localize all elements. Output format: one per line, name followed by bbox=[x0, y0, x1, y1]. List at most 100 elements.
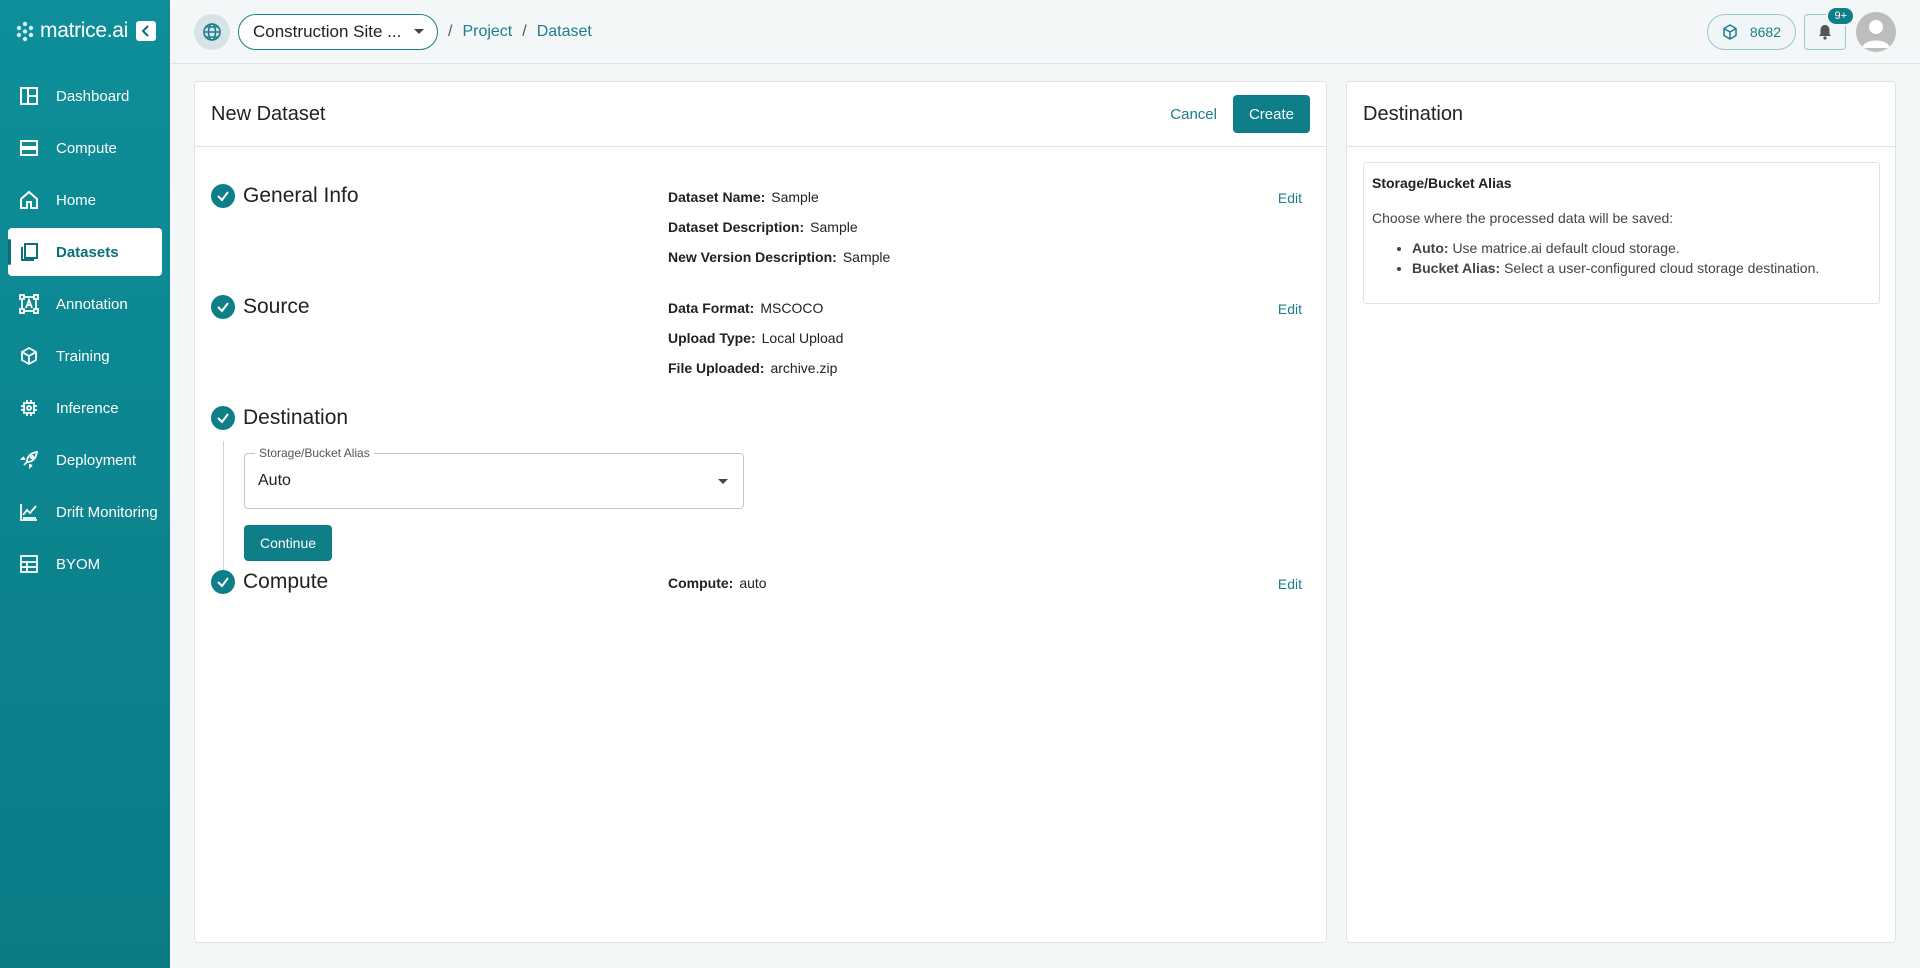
credits-value: 8682 bbox=[1749, 23, 1781, 40]
sidebar-item-label: BYOM bbox=[56, 555, 101, 573]
edit-compute-link[interactable]: Edit bbox=[1278, 576, 1302, 592]
sidebar-item-drift-monitoring[interactable]: Drift Monitoring bbox=[8, 488, 162, 536]
sidebar-item-training[interactable]: Training bbox=[8, 332, 162, 380]
user-avatar[interactable] bbox=[1856, 11, 1896, 52]
destination-body: Storage/Bucket Alias Auto Continue bbox=[223, 441, 824, 577]
list-item: Bucket Alias: Select a user-configured c… bbox=[1412, 260, 1871, 276]
step-title-text: Destination bbox=[243, 406, 349, 429]
field-label: File Uploaded: bbox=[668, 360, 765, 376]
field-label: Dataset Description: bbox=[668, 219, 805, 235]
caret-down-icon bbox=[414, 28, 424, 34]
breadcrumb-separator: / bbox=[448, 22, 453, 40]
check-icon bbox=[217, 302, 229, 313]
storage-alias-value: Auto bbox=[258, 472, 291, 489]
option-desc: Select a user-configured cloud storage d… bbox=[1504, 260, 1820, 276]
destination-help-card: Destination Storage/Bucket Alias Choose … bbox=[1346, 81, 1896, 943]
home-icon bbox=[20, 190, 38, 209]
field-label: New Version Description: bbox=[668, 249, 837, 265]
step-title-text: Source bbox=[243, 295, 310, 318]
sidebar-item-home[interactable]: Home bbox=[8, 176, 162, 224]
field-label: Upload Type: bbox=[668, 330, 756, 346]
project-select[interactable]: Construction Site ... bbox=[238, 13, 438, 50]
sidebar-item-label: Datasets bbox=[56, 243, 119, 261]
sidebar-item-dashboard[interactable]: Dashboard bbox=[8, 72, 162, 120]
edit-source-link[interactable]: Edit bbox=[1278, 301, 1302, 317]
matrice-logo-icon bbox=[16, 21, 34, 42]
field-label: Data Format: bbox=[668, 300, 755, 316]
caret-down-icon bbox=[718, 479, 728, 484]
credits-button[interactable]: 8682 bbox=[1706, 13, 1796, 50]
field-value: auto bbox=[739, 575, 767, 591]
field-value: MSCOCO bbox=[760, 300, 824, 316]
cube-icon bbox=[21, 346, 37, 366]
general-details: Dataset Name: Sample Dataset Description:… bbox=[668, 182, 890, 272]
breadcrumb-dataset[interactable]: Dataset bbox=[537, 23, 592, 41]
chart-line-icon bbox=[20, 504, 37, 521]
help-info-box: Storage/Bucket Alias Choose where the pr… bbox=[1363, 162, 1880, 304]
dashboard-icon bbox=[20, 87, 38, 105]
dataset-icon bbox=[21, 243, 38, 261]
field-value: Sample bbox=[842, 249, 891, 265]
sidebar-item-label: Compute bbox=[56, 139, 117, 157]
help-card-title: Destination bbox=[1347, 82, 1895, 147]
project-globe-icon bbox=[203, 22, 221, 41]
sidebar-item-inference[interactable]: Inference bbox=[8, 384, 162, 432]
help-box-title: Storage/Bucket Alias bbox=[1372, 175, 1512, 191]
field-label: Dataset Name: bbox=[668, 189, 766, 205]
breadcrumb-project[interactable]: Project bbox=[462, 23, 512, 41]
rocket-icon bbox=[19, 450, 39, 470]
sidebar-item-datasets[interactable]: Datasets bbox=[8, 228, 162, 276]
page-title: New Dataset bbox=[211, 102, 326, 125]
sidebar-item-deployment[interactable]: Deployment bbox=[8, 436, 162, 484]
help-box-description: Choose where the processed data will be … bbox=[1372, 210, 1674, 226]
collapse-sidebar-button[interactable] bbox=[136, 21, 157, 41]
model-icon bbox=[20, 555, 38, 573]
notifications-button[interactable]: 9+ bbox=[1804, 5, 1855, 50]
edit-general-info-link[interactable]: Edit bbox=[1278, 190, 1302, 206]
person-icon bbox=[1862, 19, 1890, 48]
sidebar-item-compute[interactable]: Compute bbox=[8, 124, 162, 172]
list-item: Auto: Use matrice.ai default cloud stora… bbox=[1412, 240, 1871, 256]
option-name: Bucket Alias: bbox=[1412, 260, 1501, 276]
check-icon bbox=[217, 577, 229, 588]
check-icon bbox=[217, 191, 229, 202]
check-icon bbox=[217, 413, 229, 424]
field-value: Sample bbox=[771, 189, 819, 205]
storage-alias-select[interactable]: Storage/Bucket Alias Auto bbox=[244, 446, 744, 509]
sidebar-item-byom[interactable]: BYOM bbox=[8, 540, 162, 588]
sidebar-item-label: Annotation bbox=[56, 295, 128, 313]
topbar: Construction Site ... / Project / Datase… bbox=[170, 0, 1920, 64]
continue-button[interactable]: Continue bbox=[244, 525, 333, 561]
field-value: Sample bbox=[810, 219, 858, 235]
sidebar-item-label: Home bbox=[56, 191, 97, 209]
sidebar-item-label: Deployment bbox=[56, 451, 137, 469]
brand-name: matrice.ai bbox=[40, 19, 129, 42]
step-title-text: Compute bbox=[243, 570, 329, 593]
option-desc: Use matrice.ai default cloud storage. bbox=[1452, 240, 1680, 256]
credits-cube-icon bbox=[1723, 23, 1737, 40]
field-label: Compute: bbox=[668, 575, 734, 591]
help-options-list: Auto: Use matrice.ai default cloud stora… bbox=[1372, 240, 1871, 276]
sidebar: matrice.ai Dashboard Compute Home Datase… bbox=[0, 0, 170, 968]
breadcrumb-separator: / bbox=[522, 22, 527, 40]
field-value: Local Upload bbox=[761, 330, 844, 346]
source-details: Data Format: MSCOCO Upload Type: Local Upl… bbox=[668, 293, 843, 383]
brand: matrice.ai bbox=[0, 0, 170, 62]
new-dataset-card: New Dataset Cancel Create General Info D… bbox=[194, 81, 1327, 943]
step-title: Compute bbox=[211, 570, 328, 594]
chevron-left-icon bbox=[141, 25, 149, 37]
sidebar-item-annotation[interactable]: Annotation bbox=[8, 280, 162, 328]
chip-icon bbox=[21, 400, 37, 416]
create-button[interactable]: Create bbox=[1232, 95, 1310, 133]
compute-details: Compute: auto bbox=[668, 568, 767, 598]
topbar-actions: 8682 9+ bbox=[1706, 5, 1896, 52]
sidebar-item-label: Drift Monitoring bbox=[56, 503, 158, 521]
cancel-button[interactable]: Cancel bbox=[1158, 98, 1229, 131]
sidebar-item-label: Training bbox=[56, 347, 110, 365]
sidebar-item-label: Inference bbox=[56, 399, 119, 417]
notification-badge: 9+ bbox=[1826, 5, 1855, 26]
project-avatar[interactable] bbox=[194, 13, 230, 50]
annotation-icon bbox=[19, 294, 39, 314]
step-title-text: General Info bbox=[243, 184, 359, 207]
server-icon bbox=[20, 140, 38, 156]
